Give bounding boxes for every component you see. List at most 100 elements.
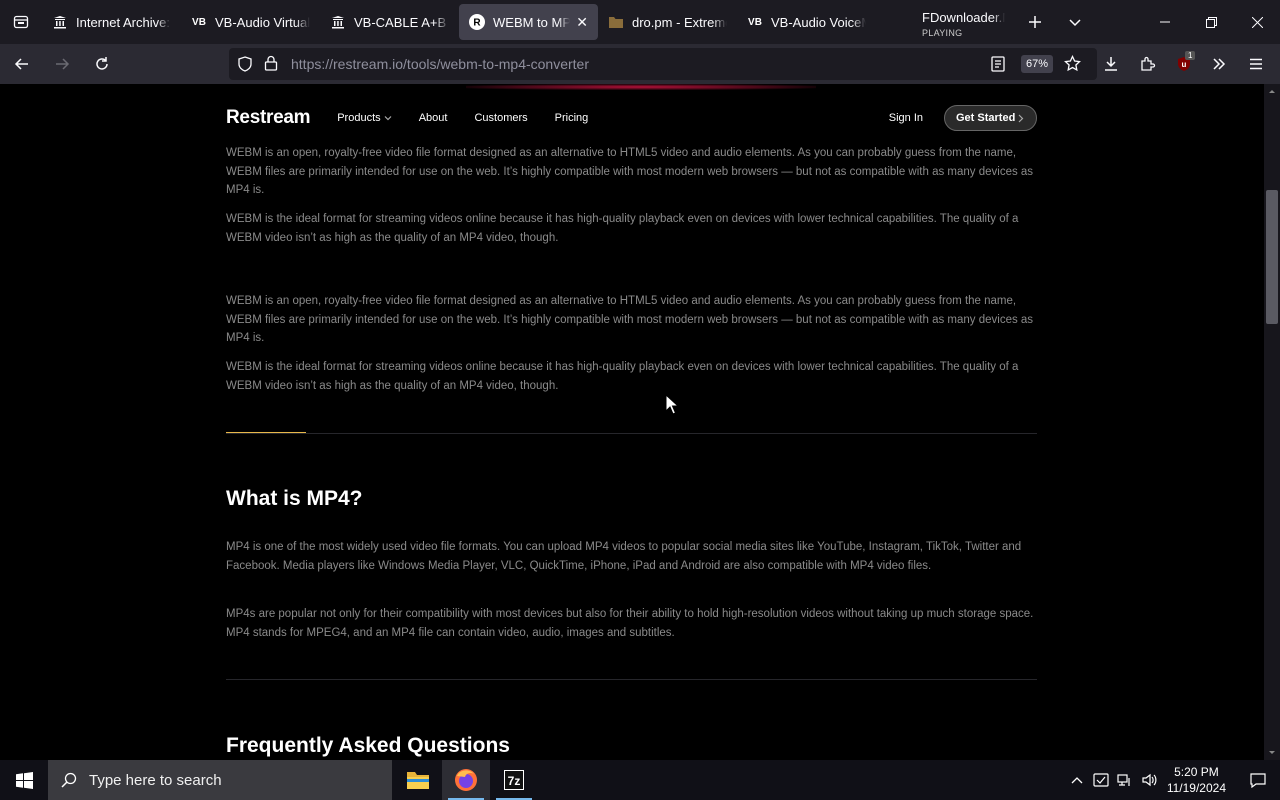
tab-webm-to-mp4[interactable]: R WEBM to MP4 ✕: [459, 4, 598, 40]
url-host: https://restream.io: [291, 56, 404, 72]
lock-icon[interactable]: [264, 55, 278, 74]
tab-label: FDownloader.Net: [922, 9, 1005, 25]
ublock-extension-button[interactable]: u 1: [1173, 48, 1196, 80]
webm-paragraph-2: WEBM is the ideal format for streaming v…: [226, 213, 1019, 244]
get-started-button[interactable]: Get Started: [944, 105, 1037, 131]
firefox-view-icon: [13, 15, 29, 29]
webm-paragraph-2-repeat: WEBM is the ideal format for streaming v…: [226, 361, 1019, 392]
vb-icon: VB: [748, 16, 762, 28]
windows-taskbar: Type here to search 7z 5:20 PM 11/19/202…: [0, 760, 1280, 800]
restream-logo[interactable]: Restream: [226, 107, 311, 129]
downloads-button[interactable]: [1100, 48, 1122, 80]
more-tools-button[interactable]: [1208, 48, 1230, 80]
bookmark-star-icon[interactable]: [1064, 54, 1081, 75]
tab-vb-cable[interactable]: VB-CABLE A+B Dri: [320, 4, 459, 40]
zoom-level[interactable]: 67%: [1020, 55, 1053, 73]
nav-about[interactable]: About: [419, 112, 448, 124]
close-window-button[interactable]: [1234, 0, 1280, 44]
scrollbar-thumb[interactable]: [1266, 190, 1278, 324]
mp4-paragraph-2: MP4s are popular not only for their comp…: [226, 608, 1034, 639]
sign-in-link[interactable]: Sign In: [889, 112, 923, 124]
plus-icon: [1029, 16, 1041, 28]
url-text[interactable]: https://restream.io/tools/webm-to-mp4-co…: [291, 56, 589, 72]
tray-app-icon[interactable]: [1089, 772, 1113, 788]
nav-products-label: Products: [337, 112, 381, 124]
mp4-paragraph-1: MP4 is one of the most widely used video…: [226, 541, 1022, 572]
webm-paragraph-1-repeat: WEBM is an open, royalty-free video file…: [226, 295, 1034, 345]
app-menu-button[interactable]: [1245, 48, 1267, 80]
back-button[interactable]: [4, 48, 40, 80]
tab-fdownloader[interactable]: FDownloader.Net PLAYING: [876, 4, 1015, 40]
close-icon: [1251, 16, 1263, 28]
page-scrollbar[interactable]: [1264, 84, 1280, 760]
chevron-double-right-icon: [1213, 58, 1226, 70]
forward-button[interactable]: [44, 48, 80, 80]
site-header: Restream Products About Customers Pricin…: [226, 98, 1037, 138]
search-icon: [61, 772, 77, 788]
firefox-view-button[interactable]: [0, 0, 42, 44]
download-icon: [1105, 57, 1117, 71]
search-placeholder: Type here to search: [89, 771, 222, 789]
hamburger-menu-icon: [1250, 58, 1262, 70]
mouse-cursor-icon: [665, 394, 679, 415]
svg-text:R: R: [473, 18, 481, 29]
arrow-left-icon: [14, 58, 28, 70]
tab-label: Internet Archive:: [76, 14, 170, 30]
tab-label: WEBM to MP4: [493, 14, 571, 30]
tab-internet-archive[interactable]: Internet Archive:: [42, 4, 181, 40]
firefox-taskbar-button[interactable]: [442, 760, 490, 800]
minimize-button[interactable]: [1142, 0, 1188, 44]
tab-label: VB-CABLE A+B Dri: [354, 14, 449, 30]
clock-time: 5:20 PM: [1174, 765, 1219, 779]
tab-vb-audio-voicemeeter[interactable]: VB VB-Audio VoiceM: [737, 4, 876, 40]
scroll-up-arrow-icon[interactable]: [1268, 88, 1276, 94]
tab-label: VB-Audio VoiceM: [771, 14, 866, 30]
7zip-taskbar-button[interactable]: 7z: [490, 760, 538, 800]
taskbar-search-box[interactable]: Type here to search: [48, 760, 392, 800]
restream-icon: R: [469, 14, 485, 30]
restore-icon: [1205, 16, 1217, 28]
firefox-icon: [455, 769, 477, 791]
archive-icon: [330, 14, 346, 30]
folder-icon: [407, 772, 429, 789]
webm-paragraph-1-partial: WEBM is an open, royalty-free video file…: [226, 147, 1034, 197]
puzzle-icon: [1141, 56, 1156, 71]
tab-vb-audio-virtual[interactable]: VB VB-Audio Virtual A: [181, 4, 320, 40]
extension-badge: 1: [1185, 51, 1196, 60]
shield-icon[interactable]: [237, 56, 253, 75]
chevron-right-icon: [1018, 114, 1024, 122]
network-icon[interactable]: [1113, 772, 1137, 788]
extensions-button[interactable]: [1137, 48, 1159, 80]
svg-text:u: u: [1182, 60, 1187, 69]
file-explorer-taskbar-button[interactable]: [394, 760, 442, 800]
restore-button[interactable]: [1188, 0, 1234, 44]
clock-date: 11/19/2024: [1166, 781, 1226, 795]
show-hidden-icons-chevron-icon[interactable]: [1065, 776, 1089, 784]
reload-button[interactable]: [84, 48, 120, 80]
archive-icon: [52, 14, 68, 30]
7zip-icon: 7z: [504, 770, 524, 790]
page-viewport: Restream Products About Customers Pricin…: [0, 84, 1264, 760]
get-started-label: Get Started: [956, 112, 1016, 124]
list-all-tabs-button[interactable]: [1055, 0, 1095, 44]
volume-icon[interactable]: [1137, 772, 1161, 788]
tab-bar: Internet Archive: VB VB-Audio Virtual A …: [0, 0, 1280, 44]
taskbar-clock[interactable]: 5:20 PM 11/19/2024: [1167, 764, 1226, 796]
tab-label: VB-Audio Virtual A: [215, 14, 310, 30]
tab-dro-pm[interactable]: dro.pm - Extreme: [598, 4, 737, 40]
address-bar[interactable]: https://restream.io/tools/webm-to-mp4-co…: [229, 48, 1097, 80]
navigation-toolbar: https://restream.io/tools/webm-to-mp4-co…: [0, 44, 1280, 84]
svg-text:7z: 7z: [508, 774, 521, 788]
nav-products[interactable]: Products: [337, 112, 392, 124]
close-tab-icon[interactable]: ✕: [576, 14, 588, 31]
new-tab-button[interactable]: [1015, 0, 1055, 44]
arrow-right-icon: [56, 58, 70, 70]
nav-pricing[interactable]: Pricing: [555, 112, 589, 124]
start-button[interactable]: [0, 760, 48, 800]
nav-customers[interactable]: Customers: [474, 112, 527, 124]
notifications-icon[interactable]: [1236, 772, 1280, 788]
scroll-down-arrow-icon[interactable]: [1268, 750, 1276, 756]
mp4-heading: What is MP4?: [226, 487, 363, 510]
reader-view-icon[interactable]: [991, 56, 1005, 75]
reload-icon: [96, 57, 108, 70]
